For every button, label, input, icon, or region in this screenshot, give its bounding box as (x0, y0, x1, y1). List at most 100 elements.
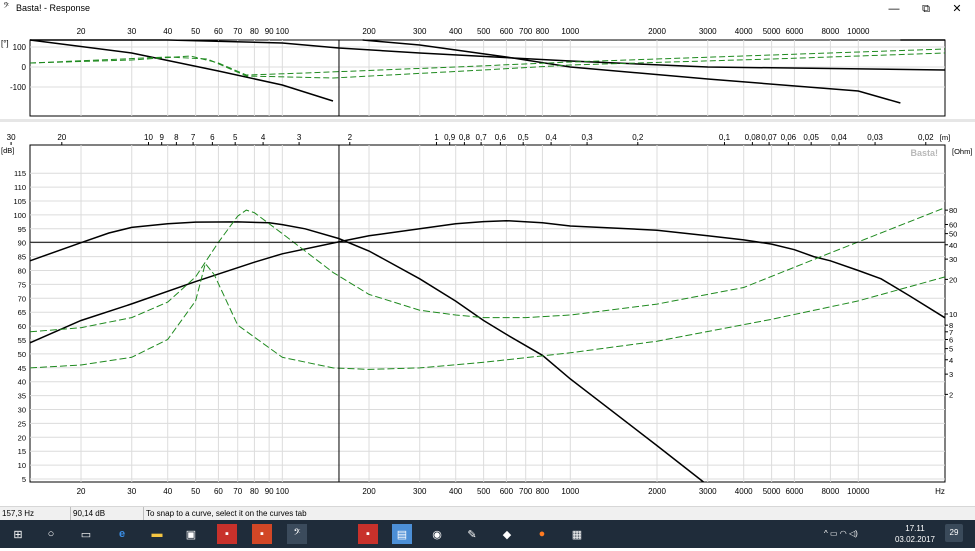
app-red-icon[interactable]: ▪ (217, 524, 237, 544)
db-tick: 105 (13, 197, 26, 206)
db-tick: 70 (18, 294, 26, 303)
calculator-icon[interactable]: ▦ (567, 524, 587, 544)
phase-freq-tick: 200 (362, 27, 376, 36)
basta-taskbar-icon[interactable]: 𝄢 (287, 524, 307, 544)
phase-panel[interactable]: 20 30 40 50 60 70 80 90 100 200 300 400 500 600 700 800… (0, 27, 975, 122)
db-tick: 60 (18, 322, 26, 331)
phase-freq-tick: 8000 (821, 27, 839, 36)
wavelength-tick: 0,9 (444, 133, 456, 142)
app-wolf-icon[interactable]: ◆ (497, 524, 517, 544)
hz-label: Hz (935, 487, 945, 496)
db-tick: 40 (18, 378, 26, 387)
spl-freq-tick: 800 (536, 487, 550, 496)
db-unit-label: [dB] (1, 146, 14, 155)
edge-icon[interactable]: e (112, 524, 132, 544)
basta-icon: 𝄢 (3, 2, 10, 13)
db-tick: 45 (18, 364, 26, 373)
notifications-badge[interactable]: 29 (945, 524, 963, 542)
response-graph[interactable]: 20 30 40 50 60 70 80 90 100 200 300 400 500 600 700 800… (0, 18, 975, 506)
wavelength-tick: 0,3 (582, 133, 594, 142)
phase-freq-tick: 5000 (763, 27, 781, 36)
phase-freq-tick: 400 (449, 27, 463, 36)
wavelength-tick: 2 (348, 133, 353, 142)
app-media-icon[interactable]: ◉ (427, 524, 447, 544)
spl-freq-tick: 3000 (699, 487, 717, 496)
spl-freq-tick: 50 (191, 487, 200, 496)
phase-freq-tick: 40 (163, 27, 172, 36)
spl-freq-tick: 1000 (561, 487, 579, 496)
wavelength-tick: 20 (57, 133, 66, 142)
db-tick: 80 (18, 267, 26, 276)
spl-freq-tick: 40 (163, 487, 172, 496)
app-pen-icon[interactable]: ✎ (462, 524, 482, 544)
db-tick: 90 (18, 239, 26, 248)
wavelength-tick: 0,5 (518, 133, 530, 142)
db-tick: 15 (18, 447, 26, 456)
clock-time: 17.11 (905, 524, 925, 533)
phase-freq-tick: 80 (250, 27, 259, 36)
status-level: 90,14 dB (71, 507, 144, 521)
clock-date: 03.02.2017 (894, 535, 936, 544)
title-bar: 𝄢 Basta! - Response — ⧉ ✕ (0, 0, 975, 18)
phase-freq-tick: 700 (519, 27, 533, 36)
wavelength-tick: 10 (144, 133, 153, 142)
close-button[interactable]: ✕ (939, 0, 975, 18)
spl-freq-tick: 500 (477, 487, 491, 496)
app-notepad-icon[interactable]: ▤ (392, 524, 412, 544)
wavelength-tick: 3 (297, 133, 302, 142)
db-tick: 5 (22, 475, 26, 484)
phase-freq-tick: 4000 (735, 27, 753, 36)
spl-freq-tick: 100 (276, 487, 290, 496)
ohm-tick: 5 (949, 345, 953, 354)
wavelength-tick: 0,8 (459, 133, 471, 142)
clock[interactable]: 17.11 03.02.2017 (893, 523, 937, 551)
minimize-button[interactable]: — (876, 0, 912, 18)
wavelength-tick: 0,07 (761, 133, 777, 142)
ohm-tick: 10 (949, 310, 957, 319)
spl-freq-tick: 700 (519, 487, 533, 496)
ohm-tick: 40 (949, 241, 957, 250)
task-view-icon[interactable]: ▭ (76, 524, 96, 544)
wavelength-tick: 8 (174, 133, 179, 142)
wavelength-tick: 0,04 (831, 133, 847, 142)
phase-freq-tick: 3000 (699, 27, 717, 36)
db-tick: 50 (18, 350, 26, 359)
wavelength-tick: 0,2 (632, 133, 644, 142)
ohm-tick: 4 (949, 356, 953, 365)
wavelength-tick: 4 (261, 133, 266, 142)
wavelength-tick: 5 (233, 133, 238, 142)
db-tick: 85 (18, 253, 26, 262)
spl-panel[interactable]: 20 30 40 50 60 70 80 90 100 200 300 400 500 600 700 800… (1, 133, 972, 496)
ohm-tick: 80 (949, 206, 957, 215)
windows-start-icon[interactable]: ⊞ (8, 524, 28, 544)
spl-freq-tick: 200 (362, 487, 376, 496)
wavelength-tick: 0,02 (918, 133, 934, 142)
spl-freq-tick: 10000 (847, 487, 870, 496)
system-tray-icons[interactable]: ^ ▭ ◠ ◁) (824, 520, 858, 548)
app-pdf-icon[interactable]: ▪ (252, 524, 272, 544)
app-presentation-icon[interactable]: ▪ (358, 524, 378, 544)
phase-y-tick: 0 (22, 63, 27, 72)
phase-freq-tick: 50 (191, 27, 200, 36)
spl-freq-tick: 300 (413, 487, 427, 496)
phase-freq-tick: 100 (276, 27, 290, 36)
wavelength-tick: 0,7 (476, 133, 488, 142)
store-icon[interactable]: ▣ (181, 524, 201, 544)
db-tick: 110 (14, 183, 26, 192)
file-explorer-icon[interactable]: ▬ (147, 524, 167, 544)
db-tick: 35 (18, 392, 26, 401)
ohm-tick: 30 (949, 255, 957, 264)
db-tick: 115 (14, 169, 26, 178)
phase-y-tick: -100 (10, 83, 27, 92)
taskbar: ⊞ ○ ▭ e ▬ ▣ ▪ ▪ 𝄢 ▪ ▤ ◉ ✎ ◆ ● ▦ ^ ▭ ◠ ◁)… (0, 520, 975, 548)
search-icon[interactable]: ○ (41, 524, 61, 544)
phase-y-tick: 100 (13, 43, 27, 52)
phase-freq-tick: 600 (500, 27, 514, 36)
spl-freq-tick: 6000 (786, 487, 804, 496)
ohm-unit-label: [Ohm] (952, 147, 972, 156)
window-title: Basta! - Response (16, 3, 91, 13)
wavelength-tick: 7 (191, 133, 196, 142)
firefox-icon[interactable]: ● (532, 524, 552, 544)
db-tick: 20 (18, 433, 26, 442)
spl-freq-tick: 30 (127, 487, 136, 496)
